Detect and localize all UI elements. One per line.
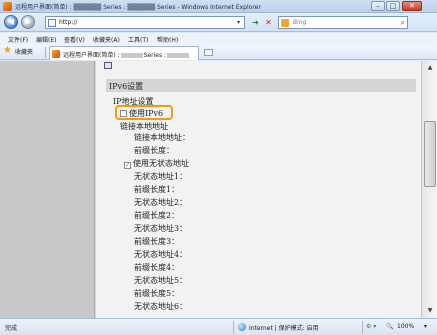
printer-icon (104, 62, 112, 69)
use-ipv6-option[interactable]: 使用IPv6 (120, 108, 163, 119)
menu-bar: 文件(F) 编辑(E) 查看(V) 收藏夹(A) 工具(T) 帮助(H) (0, 33, 437, 45)
address-toolbar: ◀ ▶ http:// ▾ ➜ ✕ Bing ⌕ (0, 13, 437, 32)
zoom-dropdown-icon[interactable]: ▾ (424, 323, 427, 330)
page-icon (48, 19, 56, 27)
protected-mode-icon[interactable]: ⚙ ▾ (366, 323, 376, 330)
stateless-field: 无状态地址5： (134, 276, 188, 285)
stateless-field: 无状态地址1： (134, 172, 188, 181)
favorites-label: 收藏夹 (15, 49, 34, 56)
back-button[interactable]: ◀ (4, 15, 18, 29)
vertical-scrollbar[interactable]: ▲ ▼ (421, 61, 437, 318)
stateless-field: 前缀长度1： (134, 185, 180, 194)
search-box[interactable]: Bing ⌕ (278, 16, 408, 29)
security-zone-text: Internet | 保护模式: 启用 (249, 325, 319, 332)
stateless-field: 前缀长度5： (134, 289, 180, 298)
tab-title: 远程用户界面(简单) : Series : (63, 50, 190, 59)
zoom-icon[interactable]: 🔍 (386, 323, 393, 330)
star-icon: ★ (3, 45, 12, 56)
left-navigation-pane (0, 61, 95, 318)
forward-button[interactable]: ▶ (21, 15, 35, 29)
scroll-up-icon[interactable]: ▲ (424, 62, 436, 74)
stateless-field: 前缀长度4： (134, 263, 180, 272)
menu-tools[interactable]: 工具(T) (128, 35, 148, 44)
scroll-thumb[interactable] (424, 121, 436, 187)
maximize-button[interactable]: □ (386, 1, 400, 11)
url-text: http:// (59, 19, 78, 26)
stateless-field: 无状态地址2： (134, 198, 188, 207)
stateless-field: 无状态地址4： (134, 250, 188, 259)
stateless-field: 前缀长度2： (134, 211, 180, 220)
internet-zone-icon (238, 323, 246, 331)
close-button[interactable]: ✕ (402, 1, 422, 11)
status-bar: 完成 Internet | 保护模式: 启用 ⚙ ▾ 🔍 100% ▾ (0, 318, 437, 335)
use-stateless-option[interactable]: ✓ 使用无状态地址 (124, 158, 189, 169)
menu-edit[interactable]: 编辑(E) (36, 35, 56, 44)
favorites-bar: ★ 收藏夹 远程用户界面(简单) : Series : (0, 45, 437, 60)
link-local-address: 链接本地地址： (134, 133, 190, 142)
stateless-field: 无状态地址3： (134, 224, 188, 233)
favorites-button[interactable]: ★ 收藏夹 (3, 45, 34, 58)
search-icon[interactable]: ⌕ (401, 18, 405, 28)
search-placeholder: Bing (293, 19, 307, 26)
menu-favorites[interactable]: 收藏夹(A) (93, 35, 120, 44)
use-stateless-checkbox[interactable]: ✓ (124, 162, 131, 169)
stateless-field: 无状态地址6： (134, 302, 188, 311)
settings-content: IPv6设置 IP地址设置 使用IPv6 链接本地地址 链接本地地址： 前缀长度… (96, 61, 421, 318)
window-title: 远程用户界面(简单) : ▒▒▒▒▒▒ Series : ▒▒▒▒▒▒ Seri… (15, 4, 261, 11)
menu-file[interactable]: 文件(F) (8, 35, 28, 44)
scroll-down-icon[interactable]: ▼ (424, 305, 436, 317)
status-divider (362, 321, 363, 334)
stateless-field: 前缀长度3： (134, 237, 180, 246)
new-tab-icon[interactable] (204, 49, 213, 56)
toolbar-divider (45, 47, 46, 58)
link-local-prefix: 前缀长度： (134, 146, 174, 155)
ie-app-icon (3, 2, 12, 11)
url-field[interactable]: http:// ▾ (45, 16, 245, 29)
link-local-label: 链接本地地址 (120, 122, 168, 131)
page-viewport: IPv6设置 IP地址设置 使用IPv6 链接本地地址 链接本地地址： 前缀长度… (0, 61, 421, 318)
refresh-icon[interactable]: ➜ (250, 17, 261, 28)
zoom-level[interactable]: 100% (397, 323, 414, 330)
section-header-text: IPv6设置 (109, 82, 144, 91)
url-dropdown-icon[interactable]: ▾ (234, 18, 243, 27)
stop-icon[interactable]: ✕ (263, 17, 274, 28)
browser-tab[interactable]: 远程用户界面(简单) : Series : (49, 46, 199, 60)
tab-favicon (52, 50, 60, 58)
window-titlebar: 远程用户界面(简单) : ▒▒▒▒▒▒ Series : ▒▒▒▒▒▒ Seri… (0, 0, 437, 13)
menu-help[interactable]: 帮助(H) (157, 35, 178, 44)
status-text: 完成 (5, 325, 18, 332)
menu-view[interactable]: 查看(V) (64, 35, 85, 44)
use-stateless-label: 使用无状态地址 (133, 159, 189, 168)
section-header: IPv6设置 (106, 79, 416, 92)
bing-icon (281, 19, 289, 27)
use-ipv6-label: 使用IPv6 (129, 109, 164, 118)
status-divider (233, 321, 234, 334)
minimize-button[interactable]: – (371, 1, 385, 11)
use-ipv6-checkbox[interactable] (120, 110, 127, 117)
